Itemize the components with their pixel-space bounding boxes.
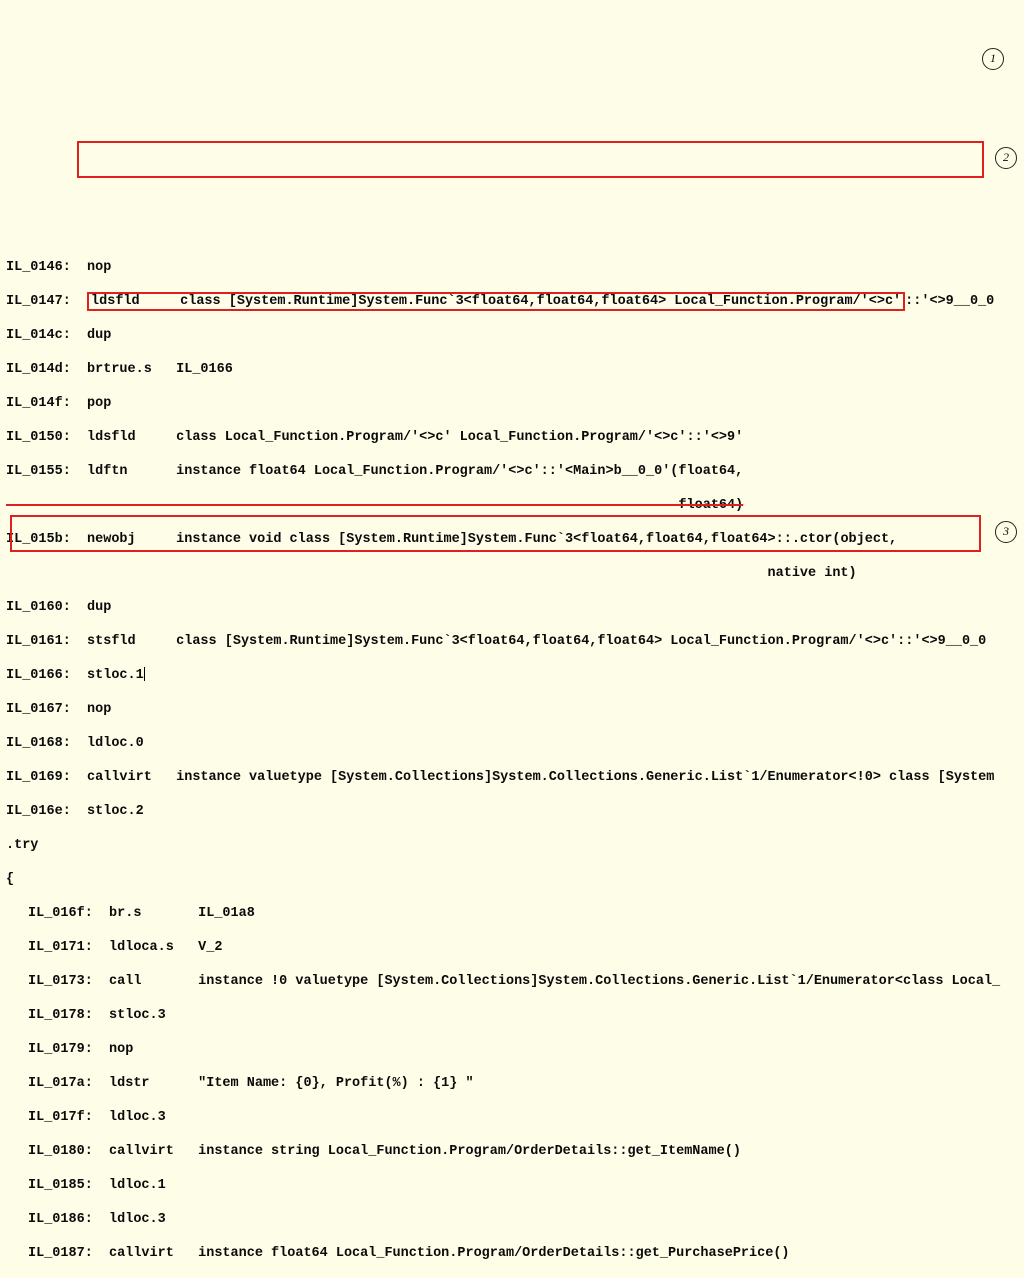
il-line: IL_0171: ldloca.s V_2 <box>28 939 1018 956</box>
callout-1: 1 <box>982 48 1004 70</box>
il-line: native int) <box>6 565 1018 582</box>
il-line: IL_0180: callvirt instance string Local_… <box>28 1143 1018 1160</box>
text-cursor <box>144 667 145 681</box>
il-line: IL_0169: callvirt instance valuetype [Sy… <box>6 769 1018 786</box>
il-line: IL_0160: dup <box>6 599 1018 616</box>
il-line: IL_0167: nop <box>6 701 1018 718</box>
il-line: IL_0179: nop <box>28 1041 1018 1058</box>
il-line: IL_0173: call instance !0 valuetype [Sys… <box>28 973 1018 990</box>
highlight-box-2 <box>77 141 984 178</box>
il-line: IL_0166: stloc.1 <box>6 667 1018 684</box>
il-line: IL_017a: ldstr "Item Name: {0}, Profit(%… <box>28 1075 1018 1092</box>
il-line: { <box>6 871 1018 888</box>
il-line: IL_0185: ldloc.1 <box>28 1177 1018 1194</box>
il-line: IL_0187: callvirt instance float64 Local… <box>28 1245 1018 1262</box>
il-line: IL_014c: dup <box>6 327 1018 344</box>
il-line: IL_0178: stloc.3 <box>28 1007 1018 1024</box>
il-line: IL_0147: ldsfld class [System.Runtime]Sy… <box>6 293 1018 310</box>
highlight-box-1: ldsfld class [System.Runtime]System.Func… <box>87 292 905 311</box>
callout-2: 2 <box>995 147 1017 169</box>
il-line: IL_0168: ldloc.0 <box>6 735 1018 752</box>
il-line: .try <box>6 837 1018 854</box>
il-line: IL_016f: br.s IL_01a8 <box>28 905 1018 922</box>
il-line: IL_0186: ldloc.3 <box>28 1211 1018 1228</box>
il-line: IL_014d: brtrue.s IL_0166 <box>6 361 1018 378</box>
il-line: IL_0150: ldsfld class Local_Function.Pro… <box>6 429 1018 446</box>
callout-3: 3 <box>995 521 1017 543</box>
il-line: IL_0161: stsfld class [System.Runtime]Sy… <box>6 633 1018 650</box>
il-line: IL_015b: newobj instance void class [Sys… <box>6 531 1018 548</box>
il-line: IL_016e: stloc.2 <box>6 803 1018 820</box>
il-line: IL_014f: pop <box>6 395 1018 412</box>
il-line: IL_0155: ldftn instance float64 Local_Fu… <box>6 463 1018 480</box>
il-line: IL_0146: nop <box>6 259 1018 276</box>
il-line: float64) <box>6 497 1018 514</box>
il-line: IL_017f: ldloc.3 <box>28 1109 1018 1126</box>
